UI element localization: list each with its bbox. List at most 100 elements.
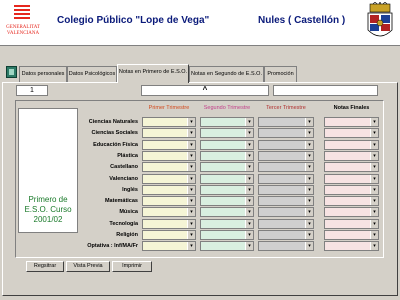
chevron-down-icon[interactable]: ▾	[245, 220, 253, 228]
chevron-down-icon[interactable]: ▾	[305, 141, 313, 149]
grade-select-tf[interactable]: ▾	[324, 241, 379, 251]
chevron-down-icon[interactable]: ▾	[370, 175, 378, 183]
tab-notas-segundo[interactable]: Notas en Segundo de E.S.O.	[189, 66, 264, 82]
chevron-down-icon[interactable]: ▾	[305, 242, 313, 250]
chevron-down-icon[interactable]: ▾	[370, 118, 378, 126]
sort-button[interactable]: ^	[141, 85, 269, 96]
grade-select-tf[interactable]: ▾	[324, 207, 379, 217]
grade-select-t1[interactable]: ▾	[142, 219, 196, 229]
grade-select-t3[interactable]: ▾	[258, 185, 314, 195]
chevron-down-icon[interactable]: ▾	[305, 118, 313, 126]
grade-select-tf[interactable]: ▾	[324, 185, 379, 195]
chevron-down-icon[interactable]: ▾	[370, 242, 378, 250]
grade-select-tf[interactable]: ▾	[324, 219, 379, 229]
tab-datos-psicologicos[interactable]: Datos Psicológicos	[67, 66, 117, 82]
grade-select-t3[interactable]: ▾	[258, 230, 314, 240]
chevron-down-icon[interactable]: ▾	[245, 197, 253, 205]
grade-select-tf[interactable]: ▾	[324, 174, 379, 184]
chevron-down-icon[interactable]: ▾	[370, 129, 378, 137]
chevron-down-icon[interactable]: ▾	[245, 163, 253, 171]
grade-select-t1[interactable]: ▾	[142, 185, 196, 195]
grade-select-t2[interactable]: ▾	[200, 151, 254, 161]
grade-select-tf[interactable]: ▾	[324, 162, 379, 172]
grade-select-t2[interactable]: ▾	[200, 241, 254, 251]
top-input[interactable]	[273, 85, 378, 96]
grade-select-t2[interactable]: ▾	[200, 140, 254, 150]
tab-notas-primero[interactable]: Notas en Primero de E.S.O.	[117, 64, 189, 83]
grade-select-t2[interactable]: ▾	[200, 185, 254, 195]
grade-select-t1[interactable]: ▾	[142, 230, 196, 240]
tab-promocion[interactable]: Promoción	[264, 66, 297, 82]
chevron-down-icon[interactable]: ▾	[245, 175, 253, 183]
grade-select-t3[interactable]: ▾	[258, 162, 314, 172]
grade-select-tf[interactable]: ▾	[324, 196, 379, 206]
grade-select-t2[interactable]: ▾	[200, 128, 254, 138]
chevron-down-icon[interactable]: ▾	[370, 197, 378, 205]
chevron-down-icon[interactable]: ▾	[245, 231, 253, 239]
chevron-down-icon[interactable]: ▾	[370, 152, 378, 160]
grade-select-t3[interactable]: ▾	[258, 128, 314, 138]
chevron-down-icon[interactable]: ▾	[187, 208, 195, 216]
grade-select-tf[interactable]: ▾	[324, 117, 379, 127]
chevron-down-icon[interactable]: ▾	[187, 129, 195, 137]
grade-select-t3[interactable]: ▾	[258, 117, 314, 127]
chevron-down-icon[interactable]: ▾	[187, 197, 195, 205]
register-button[interactable]: Regsitrar	[26, 261, 64, 272]
chevron-down-icon[interactable]: ▾	[305, 152, 313, 160]
grade-select-t2[interactable]: ▾	[200, 174, 254, 184]
chevron-down-icon[interactable]: ▾	[187, 186, 195, 194]
chevron-down-icon[interactable]: ▾	[245, 129, 253, 137]
chevron-down-icon[interactable]: ▾	[370, 186, 378, 194]
grade-select-t1[interactable]: ▾	[142, 174, 196, 184]
grade-select-t1[interactable]: ▾	[142, 207, 196, 217]
preview-button[interactable]: Vista Previa	[66, 261, 110, 272]
grade-select-tf[interactable]: ▾	[324, 128, 379, 138]
chevron-down-icon[interactable]: ▾	[305, 208, 313, 216]
chevron-down-icon[interactable]: ▾	[305, 231, 313, 239]
chevron-down-icon[interactable]: ▾	[187, 242, 195, 250]
record-number[interactable]: 1	[16, 85, 48, 96]
grade-select-t1[interactable]: ▾	[142, 241, 196, 251]
grade-select-t2[interactable]: ▾	[200, 207, 254, 217]
chevron-down-icon[interactable]: ▾	[305, 163, 313, 171]
chevron-down-icon[interactable]: ▾	[187, 141, 195, 149]
grade-select-t3[interactable]: ▾	[258, 151, 314, 161]
chevron-down-icon[interactable]: ▾	[305, 220, 313, 228]
grade-select-t2[interactable]: ▾	[200, 117, 254, 127]
chevron-down-icon[interactable]: ▾	[245, 141, 253, 149]
print-button[interactable]: Imprimir	[112, 261, 152, 272]
grade-select-tf[interactable]: ▾	[324, 230, 379, 240]
chevron-down-icon[interactable]: ▾	[187, 220, 195, 228]
chevron-down-icon[interactable]: ▾	[245, 242, 253, 250]
grade-select-tf[interactable]: ▾	[324, 151, 379, 161]
grade-select-t1[interactable]: ▾	[142, 162, 196, 172]
chevron-down-icon[interactable]: ▾	[370, 141, 378, 149]
grade-select-t3[interactable]: ▾	[258, 196, 314, 206]
grade-select-t3[interactable]: ▾	[258, 140, 314, 150]
chevron-down-icon[interactable]: ▾	[187, 175, 195, 183]
chevron-down-icon[interactable]: ▾	[305, 129, 313, 137]
grade-select-t2[interactable]: ▾	[200, 219, 254, 229]
grade-select-tf[interactable]: ▾	[324, 140, 379, 150]
chevron-down-icon[interactable]: ▾	[370, 208, 378, 216]
grade-select-t3[interactable]: ▾	[258, 219, 314, 229]
chevron-down-icon[interactable]: ▾	[245, 208, 253, 216]
chevron-down-icon[interactable]: ▾	[305, 186, 313, 194]
chevron-down-icon[interactable]: ▾	[187, 231, 195, 239]
chevron-down-icon[interactable]: ▾	[370, 231, 378, 239]
chevron-down-icon[interactable]: ▾	[187, 152, 195, 160]
grade-select-t3[interactable]: ▾	[258, 241, 314, 251]
chevron-down-icon[interactable]: ▾	[245, 152, 253, 160]
tab-datos-personales[interactable]: Datos personales	[19, 66, 67, 82]
chevron-down-icon[interactable]: ▾	[370, 163, 378, 171]
chevron-down-icon[interactable]: ▾	[305, 197, 313, 205]
grade-select-t1[interactable]: ▾	[142, 140, 196, 150]
grade-select-t1[interactable]: ▾	[142, 117, 196, 127]
chevron-down-icon[interactable]: ▾	[370, 220, 378, 228]
chevron-down-icon[interactable]: ▾	[245, 186, 253, 194]
grade-select-t2[interactable]: ▾	[200, 230, 254, 240]
grade-select-t3[interactable]: ▾	[258, 207, 314, 217]
grade-select-t2[interactable]: ▾	[200, 162, 254, 172]
chevron-down-icon[interactable]: ▾	[187, 163, 195, 171]
chevron-down-icon[interactable]: ▾	[245, 118, 253, 126]
